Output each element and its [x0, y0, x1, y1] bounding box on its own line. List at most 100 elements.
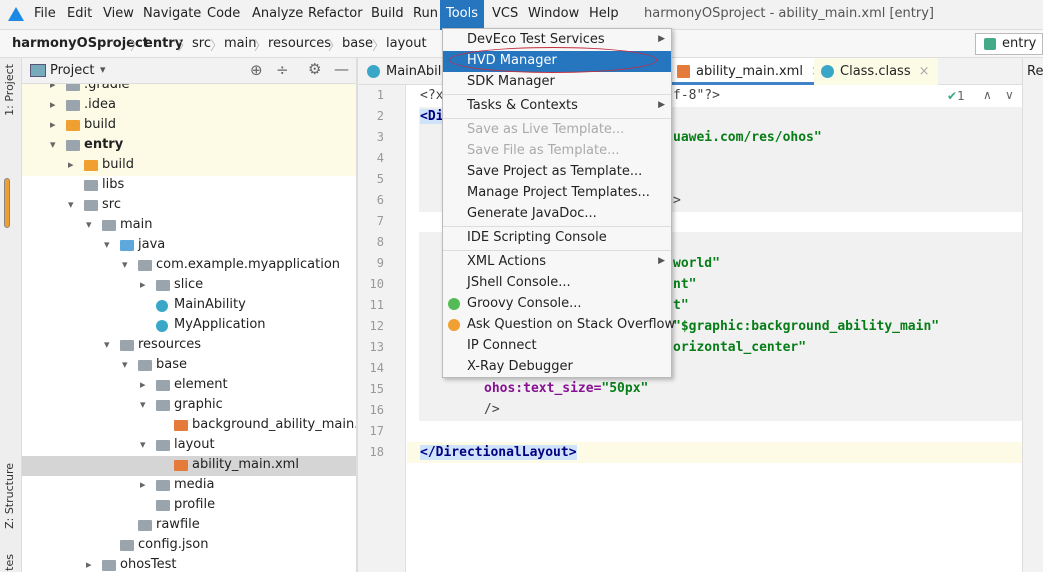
chevron-down-icon[interactable]: ∨: [1005, 88, 1014, 102]
chevron-right-icon[interactable]: ▸: [140, 278, 146, 291]
tab-class-class[interactable]: Class.class ×: [814, 58, 938, 85]
menu-window[interactable]: Window: [528, 6, 579, 21]
tab-mainabili[interactable]: MainAbili: [360, 58, 453, 85]
tree-item[interactable]: rawfile: [22, 516, 356, 536]
menu-build[interactable]: Build: [371, 6, 404, 21]
chevron-right-icon[interactable]: ▸: [50, 84, 56, 91]
chevron-right-icon[interactable]: ▸: [50, 98, 56, 111]
code-text: f-8"?>: [673, 88, 720, 103]
chevron-right-icon[interactable]: ▸: [50, 118, 56, 131]
collapse-all-icon[interactable]: ÷: [276, 61, 289, 79]
menu-navigate[interactable]: Navigate: [143, 6, 201, 21]
breadcrumb-item[interactable]: resources: [268, 36, 331, 51]
menu-tools[interactable]: Tools: [440, 0, 485, 30]
chevron-down-icon[interactable]: ▾: [122, 358, 128, 371]
chevron-down-icon[interactable]: ▾: [50, 138, 56, 151]
tree-item[interactable]: MyApplication: [22, 316, 356, 336]
tree-item[interactable]: ▾ layout: [22, 436, 356, 456]
menu-code[interactable]: Code: [207, 6, 240, 21]
tree-item[interactable]: ▸ media: [22, 476, 356, 496]
code-text: nt": [673, 277, 697, 292]
tree-item[interactable]: ▸ build: [22, 156, 356, 176]
menu-item-x-ray-debugger[interactable]: X-Ray Debugger: [443, 357, 671, 378]
tree-item[interactable]: ▸ slice: [22, 276, 356, 296]
menu-run[interactable]: Run: [413, 6, 438, 21]
chevron-right-icon[interactable]: ▸: [140, 378, 146, 391]
chevron-down-icon[interactable]: ▾: [140, 398, 146, 411]
tree-item[interactable]: ▸ .idea: [22, 96, 356, 116]
chevron-down-icon[interactable]: ▾: [140, 438, 146, 451]
menu-item-ide-scripting-console[interactable]: IDE Scripting Console: [443, 228, 671, 249]
tree-item[interactable]: ▸ element: [22, 376, 356, 396]
menu-item-generate-javadoc[interactable]: Generate JavaDoc...: [443, 204, 671, 225]
chevron-down-icon[interactable]: ▾: [100, 63, 106, 76]
tree-item[interactable]: ▾ java: [22, 236, 356, 256]
tree-item[interactable]: MainAbility: [22, 296, 356, 316]
chevron-right-icon[interactable]: ▸: [140, 478, 146, 491]
breadcrumb-separator-icon: 〉: [210, 39, 224, 54]
tree-item[interactable]: ▾ src: [22, 196, 356, 216]
tree-item[interactable]: ▾ main: [22, 216, 356, 236]
tree-item[interactable]: ▾ entry: [22, 136, 356, 156]
menu-item-manage-project-templates[interactable]: Manage Project Templates...: [443, 183, 671, 204]
menu-edit[interactable]: Edit: [67, 6, 92, 21]
chevron-down-icon[interactable]: ▾: [86, 218, 92, 231]
tab-ability-main-xml[interactable]: ability_main.xml×: [670, 58, 830, 85]
tree-item[interactable]: ▸ .gradle: [22, 84, 356, 96]
menu-vcs[interactable]: VCS: [492, 6, 518, 21]
tree-item[interactable]: ▸ build: [22, 116, 356, 136]
menu-file[interactable]: File: [34, 6, 56, 21]
tree-item[interactable]: ▾ resources: [22, 336, 356, 356]
close-icon[interactable]: ×: [919, 64, 930, 79]
tree-item[interactable]: ▾ base: [22, 356, 356, 376]
project-view-select[interactable]: Project: [50, 63, 94, 78]
chevron-down-icon[interactable]: ▾: [104, 338, 110, 351]
menu-item-groovy-console[interactable]: Groovy Console...: [443, 294, 671, 315]
favorites-tool-button[interactable]: tes: [3, 554, 16, 571]
menu-item-sdk-manager[interactable]: SDK Manager: [443, 72, 671, 93]
tree-item[interactable]: config.json: [22, 536, 356, 556]
tree-item[interactable]: libs: [22, 176, 356, 196]
hide-icon[interactable]: —: [334, 60, 349, 78]
locate-icon[interactable]: ⊕: [250, 61, 263, 79]
tree-item[interactable]: ability_main.xml: [22, 456, 356, 476]
menu-refactor[interactable]: Refactor: [308, 6, 363, 21]
project-tool-button[interactable]: 1: Project: [3, 64, 16, 116]
menu-view[interactable]: View: [103, 6, 134, 21]
menu-item-tasks-contexts[interactable]: Tasks & Contexts ▶: [443, 96, 671, 117]
menu-analyze[interactable]: Analyze: [252, 6, 303, 21]
menu-help[interactable]: Help: [589, 6, 619, 21]
menu-item-ip-connect[interactable]: IP Connect: [443, 336, 671, 357]
chevron-down-icon[interactable]: ▾: [68, 198, 74, 211]
scrollbar[interactable]: [4, 178, 10, 228]
menu-item-save-file-as-template[interactable]: Save File as Template...: [443, 141, 671, 162]
menu-item-label: Groovy Console...: [467, 296, 582, 311]
right-tool-button[interactable]: Re: [1027, 64, 1043, 79]
chevron-right-icon[interactable]: ▸: [68, 158, 74, 171]
structure-tool-button[interactable]: Z: Structure: [3, 463, 16, 529]
tree-item[interactable]: profile: [22, 496, 356, 516]
menu-item-save-as-live-template[interactable]: Save as Live Template...: [443, 120, 671, 141]
tree-item[interactable]: ▾ com.example.myapplication: [22, 256, 356, 276]
breadcrumb-item[interactable]: main: [224, 36, 256, 51]
inspection-ok-icon[interactable]: ✔1: [947, 89, 965, 103]
breadcrumb-item[interactable]: layout: [386, 36, 427, 51]
breadcrumb-item[interactable]: base: [342, 36, 373, 51]
run-config-select[interactable]: entry: [975, 33, 1043, 55]
tree-item[interactable]: background_ability_main.xml: [22, 416, 356, 436]
line-number: 11: [369, 298, 384, 312]
menu-item-xml-actions[interactable]: XML Actions ▶: [443, 252, 671, 273]
breadcrumb-item[interactable]: harmonyOSproject: [12, 36, 149, 51]
menu-item-jshell-console[interactable]: JShell Console...: [443, 273, 671, 294]
chevron-right-icon[interactable]: ▸: [86, 558, 92, 571]
chevron-up-icon[interactable]: ∧: [983, 88, 992, 102]
menu-item-ask-question-on-stack-overflow[interactable]: Ask Question on Stack Overflow: [443, 315, 675, 336]
gear-icon[interactable]: ⚙: [308, 60, 321, 78]
tree-item[interactable]: ▾ graphic: [22, 396, 356, 416]
chevron-down-icon[interactable]: ▾: [122, 258, 128, 271]
menu-item-save-project-as-template[interactable]: Save Project as Template...: [443, 162, 671, 183]
breadcrumb-item[interactable]: src: [192, 36, 211, 51]
tree-item[interactable]: ▸ ohosTest: [22, 556, 356, 572]
tree-item-label: entry: [84, 137, 124, 152]
chevron-down-icon[interactable]: ▾: [104, 238, 110, 251]
